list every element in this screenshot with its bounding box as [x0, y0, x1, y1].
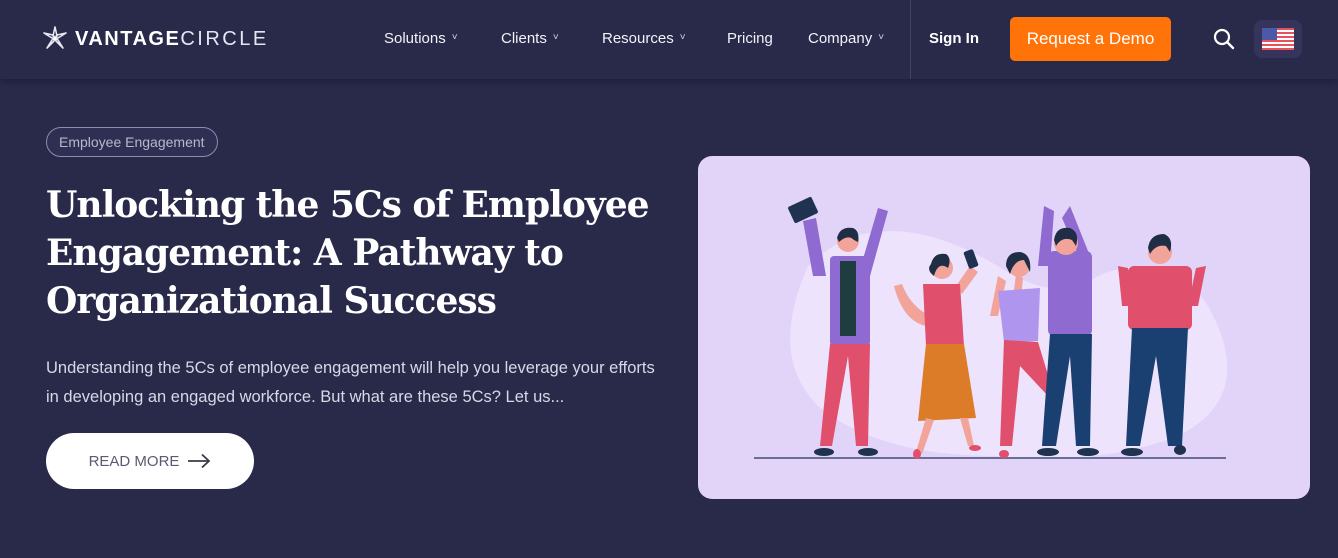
nav-company[interactable]: Company ˅ — [808, 30, 884, 47]
nav-clients-label: Clients — [501, 30, 547, 47]
search-button[interactable] — [1212, 27, 1236, 51]
logo-text-bold: VANTAGE — [75, 27, 181, 50]
category-badge[interactable]: Employee Engagement — [46, 127, 218, 157]
article-excerpt: Understanding the 5Cs of employee engage… — [46, 359, 655, 406]
chevron-down-icon: ˅ — [451, 32, 458, 43]
celebrating-people-illustration — [754, 197, 1228, 459]
us-flag-icon — [1262, 28, 1294, 50]
nav-company-label: Company — [808, 30, 873, 47]
nav-solutions[interactable]: Solutions ˅ — [384, 30, 458, 47]
read-more-label: READ MORE — [88, 452, 180, 470]
logo[interactable]: VANTAGE CIRCLE — [39, 23, 269, 55]
nav-resources-label: Resources — [602, 30, 674, 47]
nav-pricing[interactable]: Pricing — [727, 30, 773, 47]
arrow-right-icon — [188, 453, 211, 469]
nav-clients[interactable]: Clients ˅ — [501, 30, 559, 47]
read-more-button[interactable]: READ MORE — [46, 433, 254, 489]
hero-illustration[interactable] — [698, 156, 1310, 499]
site-header: VANTAGE CIRCLE Solutions ˅ Clients ˅ Res… — [0, 0, 1338, 79]
logo-text-light: CIRCLE — [180, 27, 269, 50]
chevron-down-icon: ˅ — [552, 32, 559, 43]
nav-pricing-label: Pricing — [727, 30, 773, 47]
chevron-down-icon: ˅ — [679, 32, 686, 43]
header-divider — [910, 0, 911, 79]
article-title[interactable]: Unlocking the 5Cs of Employee Engagement… — [46, 181, 686, 325]
locale-selector[interactable] — [1254, 20, 1302, 58]
nav-resources[interactable]: Resources ˅ — [602, 30, 686, 47]
chevron-down-icon: ˅ — [878, 32, 885, 43]
sign-in-link[interactable]: Sign In — [929, 30, 979, 47]
request-demo-button[interactable]: Request a Demo — [1010, 17, 1171, 61]
nav-solutions-label: Solutions — [384, 30, 446, 47]
star-flower-icon — [43, 26, 67, 49]
search-icon — [1213, 28, 1235, 50]
